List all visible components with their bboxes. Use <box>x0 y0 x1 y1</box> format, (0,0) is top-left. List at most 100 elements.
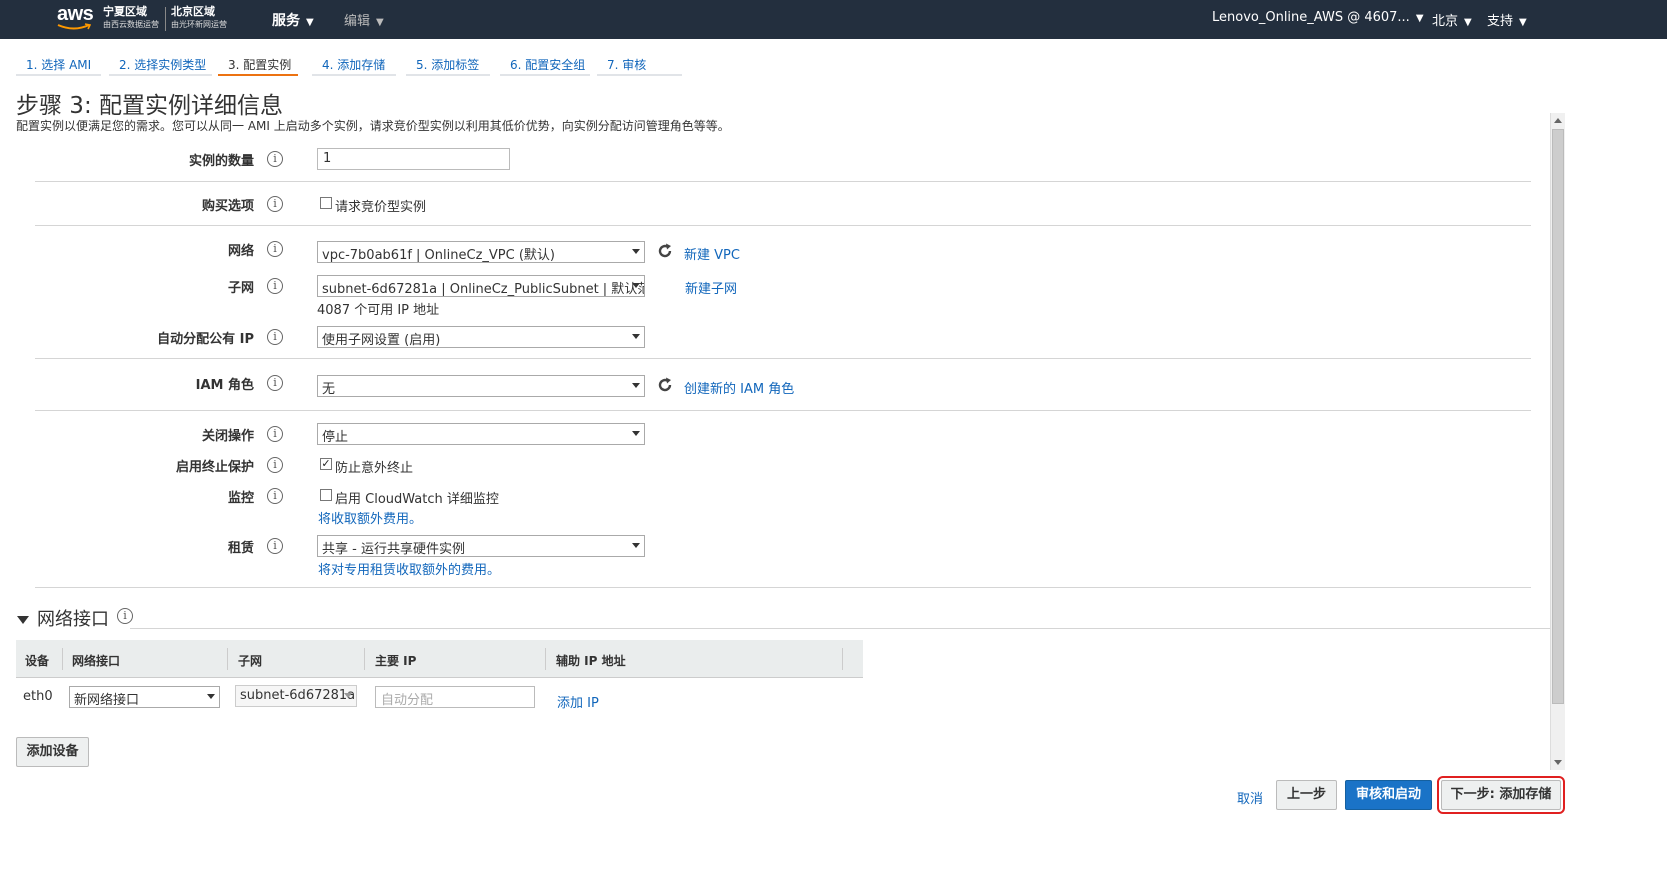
refresh-icon[interactable] <box>656 242 674 260</box>
chevron-down-icon: ▼ <box>1464 17 1472 28</box>
purchase-option-label: 购买选项 <box>201 199 254 214</box>
network-select[interactable]: vpc-7b0ab61f | OnlineCz_VPC (默认) <box>317 241 645 263</box>
column-separator <box>842 648 843 670</box>
review-and-launch-button[interactable]: 审核和启动 <box>1345 780 1432 810</box>
network-interfaces-toggle[interactable]: 网络接口 <box>17 605 109 631</box>
region-ningxia-title: 宁夏区域 <box>103 5 147 18</box>
chevron-down-icon: ▼ <box>1519 17 1527 28</box>
divider <box>35 225 1531 226</box>
region-menu[interactable]: 北京 ▼ <box>1432 10 1472 29</box>
tab-add-storage[interactable]: 4. 添加存储 <box>312 52 396 76</box>
account-menu[interactable]: Lenovo_Online_AWS @ 4607... ▼ <box>1212 10 1424 25</box>
column-separator <box>62 648 63 670</box>
scroll-up-arrow-icon[interactable] <box>1554 118 1562 123</box>
region-beijing-operator: 由光环新网运营 <box>171 20 227 29</box>
aws-logo[interactable]: aws <box>55 2 97 32</box>
termination-protection-checkbox-label: 防止意外终止 <box>335 461 414 476</box>
tab-choose-ami[interactable]: 1. 选择 AMI <box>16 52 101 76</box>
info-icon[interactable]: i <box>267 151 283 167</box>
subnet-select[interactable]: subnet-6d67281a | OnlineCz_PublicSubnet … <box>317 275 645 297</box>
shutdown-behavior-select[interactable]: 停止 <box>317 423 645 445</box>
page-title: 步骤 3: 配置实例详细信息 <box>16 93 284 119</box>
create-vpc-link[interactable]: 新建 VPC <box>684 244 740 263</box>
divider <box>35 181 1531 182</box>
info-icon[interactable]: i <box>267 329 283 345</box>
tab-add-tags[interactable]: 5. 添加标签 <box>406 52 490 76</box>
tab-configure-security-group[interactable]: 6. 配置安全组 <box>500 52 590 76</box>
column-separator <box>364 648 365 670</box>
column-header-interface: 网络接口 <box>72 654 121 668</box>
subnet-label: 子网 <box>227 281 254 296</box>
scrollbar-thumb[interactable] <box>1552 129 1564 704</box>
column-separator <box>227 648 228 670</box>
network-interface-select[interactable]: 新网络接口 <box>69 686 220 708</box>
chevron-down-icon: ▼ <box>1415 13 1424 24</box>
subnet-select-value: subnet-6d67281a | OnlineCz_PublicSubnet … <box>322 282 645 297</box>
interface-subnet-select-value: subnet-6d67281a <box>240 688 356 703</box>
region-divider <box>165 7 166 31</box>
iam-role-select[interactable]: 无 <box>317 375 645 397</box>
info-icon[interactable]: i <box>267 278 283 294</box>
iam-role-select-value: 无 <box>322 382 336 397</box>
region-menu-label: 北京 <box>1432 14 1459 29</box>
interface-subnet-select[interactable]: subnet-6d67281a <box>235 685 357 707</box>
info-icon[interactable]: i <box>117 608 133 624</box>
tenancy-select-value: 共享 - 运行共享硬件实例 <box>322 542 465 557</box>
info-icon[interactable]: i <box>267 488 283 504</box>
region-ningxia[interactable]: 宁夏区域 由西云数据运营 <box>103 5 159 31</box>
collapse-triangle-icon <box>17 616 29 624</box>
monitoring-charges-link[interactable]: 将收取额外费用。 <box>318 508 422 527</box>
create-subnet-link[interactable]: 新建子网 <box>685 278 737 297</box>
public-ip-label: 自动分配公有 IP <box>157 332 254 347</box>
info-icon[interactable]: i <box>267 457 283 473</box>
public-ip-select[interactable]: 使用子网设置 (启用) <box>317 326 645 348</box>
top-nav-bar: aws 宁夏区域 由西云数据运营 北京区域 由光环新网运营 服务 ▼ 编辑 ▼ Le… <box>0 0 1667 39</box>
add-device-button[interactable]: 添加设备 <box>16 737 89 767</box>
cancel-link[interactable]: 取消 <box>1237 788 1263 807</box>
divider <box>130 628 1550 629</box>
refresh-icon[interactable] <box>656 376 674 394</box>
public-ip-select-value: 使用子网设置 (启用) <box>322 333 441 348</box>
shutdown-behavior-value: 停止 <box>322 430 349 445</box>
tab-configure-instance[interactable]: 3. 配置实例 <box>218 52 298 76</box>
instance-count-label: 实例的数量 <box>188 154 254 169</box>
monitoring-label: 监控 <box>227 491 254 506</box>
add-ip-link[interactable]: 添加 IP <box>557 692 599 711</box>
info-icon[interactable]: i <box>267 375 283 391</box>
divider <box>35 587 1531 588</box>
support-menu[interactable]: 支持 ▼ <box>1487 10 1527 29</box>
info-icon[interactable]: i <box>267 426 283 442</box>
services-menu[interactable]: 服务 ▼ <box>272 10 314 30</box>
shutdown-behavior-label: 关闭操作 <box>201 429 254 444</box>
termination-protection-checkbox[interactable]: ✓ <box>320 458 332 470</box>
info-icon[interactable]: i <box>267 538 283 554</box>
device-name: eth0 <box>23 689 53 704</box>
vertical-scrollbar[interactable] <box>1550 113 1565 770</box>
tenancy-select[interactable]: 共享 - 运行共享硬件实例 <box>317 535 645 557</box>
scroll-down-arrow-icon[interactable] <box>1554 760 1562 765</box>
region-beijing[interactable]: 北京区域 由光环新网运营 <box>171 5 227 31</box>
tab-choose-instance-type[interactable]: 2. 选择实例类型 <box>109 52 212 76</box>
instance-count-input[interactable]: 1 <box>317 148 510 170</box>
support-label: 支持 <box>1487 14 1514 29</box>
info-icon[interactable]: i <box>267 196 283 212</box>
previous-button[interactable]: 上一步 <box>1276 780 1337 810</box>
primary-ip-input[interactable]: 自动分配 <box>375 686 535 708</box>
info-icon[interactable]: i <box>267 241 283 257</box>
spot-instance-label: 请求竞价型实例 <box>335 200 427 215</box>
next-add-storage-button[interactable]: 下一步: 添加存储 <box>1437 776 1565 814</box>
tab-review[interactable]: 7. 审核 <box>597 52 682 76</box>
spot-instance-checkbox[interactable] <box>320 197 332 209</box>
cloudwatch-monitoring-checkbox[interactable] <box>320 489 332 501</box>
create-iam-role-link[interactable]: 创建新的 IAM 角色 <box>684 378 794 397</box>
column-header-secondary-ip: 辅助 IP 地址 <box>556 654 626 668</box>
dropdown-arrow-icon <box>632 383 640 388</box>
cloudwatch-monitoring-checkbox-label: 启用 CloudWatch 详细监控 <box>335 492 499 507</box>
chevron-down-icon: ▼ <box>306 17 314 28</box>
dropdown-arrow-icon <box>632 249 640 254</box>
region-beijing-title: 北京区域 <box>171 5 215 18</box>
edit-menu[interactable]: 编辑 ▼ <box>344 10 384 29</box>
dropdown-arrow-icon <box>632 334 640 339</box>
services-label: 服务 <box>272 13 300 29</box>
tenancy-charges-link[interactable]: 将对专用租赁收取额外的费用。 <box>318 559 500 578</box>
